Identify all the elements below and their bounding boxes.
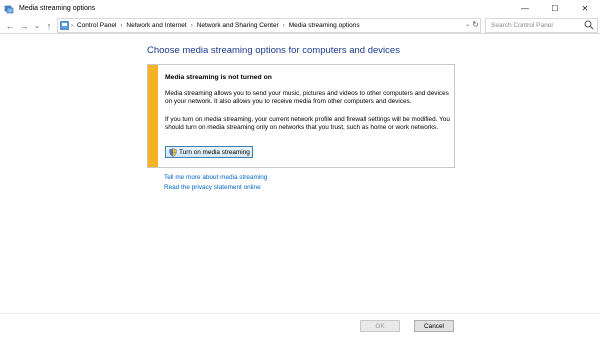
turn-on-media-streaming-button[interactable]: Turn on media streaming — [165, 146, 253, 158]
title-bar: Media streaming options — ☐ ✕ — [0, 0, 600, 17]
window-title: Media streaming options — [19, 5, 96, 12]
search-box[interactable]: Search Control Panel — [485, 18, 598, 33]
turn-on-button-label: Turn on media streaming — [179, 148, 250, 156]
shield-icon — [169, 147, 177, 157]
refresh-icon[interactable]: ↻ — [472, 20, 479, 29]
search-icon[interactable] — [583, 19, 597, 32]
search-input[interactable]: Search Control Panel — [486, 22, 583, 29]
back-button[interactable]: ← — [4, 17, 16, 34]
notice-title: Media streaming is not turned on — [165, 74, 272, 81]
forward-button[interactable]: → — [18, 17, 30, 34]
breadcrumb-network-and-internet[interactable]: Network and Internet — [123, 22, 189, 29]
ok-button[interactable]: OK — [360, 320, 400, 332]
minimize-button[interactable]: — — [510, 0, 540, 17]
notice-description: Media streaming allows you to send your … — [165, 90, 449, 106]
navigation-bar: ← → ⌄ ↑ › Control Panel › Network and In… — [0, 17, 600, 34]
notice-panel: Media streaming is not turned on Media s… — [147, 64, 455, 168]
up-button[interactable]: ↑ — [43, 17, 55, 34]
maximize-button[interactable]: ☐ — [540, 0, 570, 17]
recent-locations-button[interactable]: ⌄ — [31, 17, 43, 34]
breadcrumb-control-panel[interactable]: Control Panel — [74, 22, 119, 29]
tell-me-more-link[interactable]: Tell me more about media streaming — [164, 174, 267, 181]
address-dropdown-icon[interactable]: ⌄ — [465, 21, 470, 28]
close-button[interactable]: ✕ — [570, 0, 600, 17]
cancel-button[interactable]: Cancel — [414, 320, 454, 332]
breadcrumb-media-streaming-options[interactable]: Media streaming options — [286, 22, 363, 29]
notice-warning-text: If you turn on media streaming, your cur… — [165, 116, 450, 132]
breadcrumb-network-and-sharing-center[interactable]: Network and Sharing Center — [194, 22, 282, 29]
warning-stripe — [148, 65, 158, 167]
footer-divider — [0, 313, 600, 314]
address-bar[interactable]: › Control Panel › Network and Internet ›… — [57, 18, 481, 33]
page-title: Choose media streaming options for compu… — [147, 45, 400, 56]
window-controls: — ☐ ✕ — [510, 0, 600, 17]
media-streaming-icon — [4, 4, 14, 14]
privacy-statement-link[interactable]: Read the privacy statement online — [164, 184, 261, 191]
control-panel-icon — [58, 19, 70, 32]
